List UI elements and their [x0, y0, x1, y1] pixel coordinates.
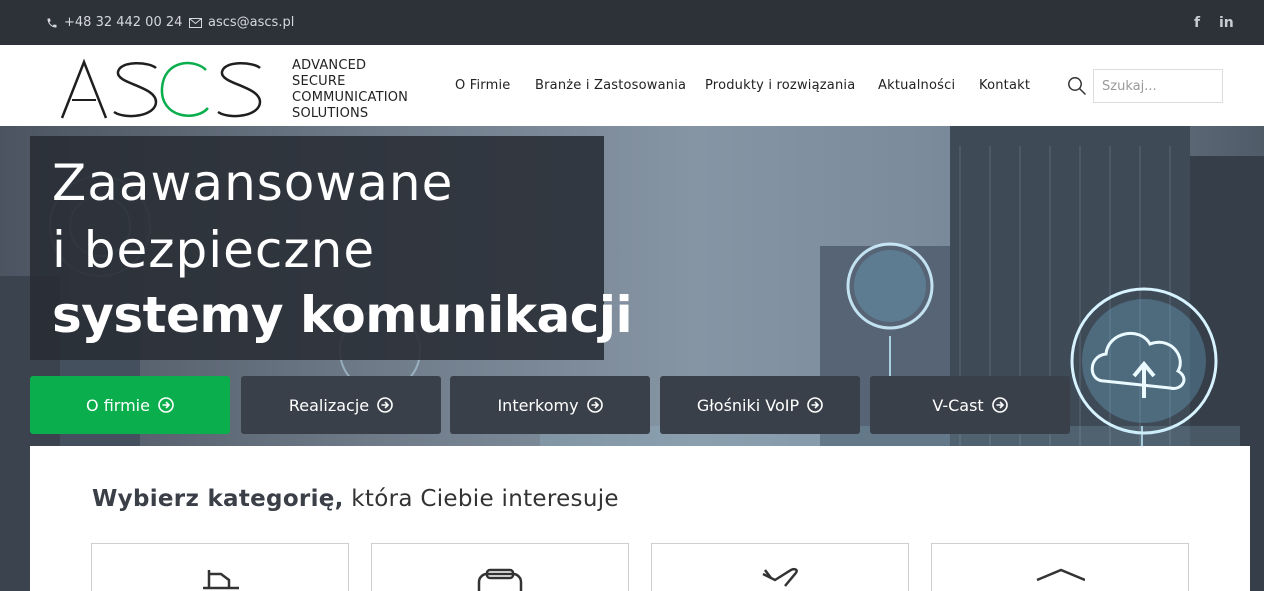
arrow-circle-right-icon	[586, 397, 603, 413]
arrow-circle-right-icon	[807, 397, 823, 413]
hero-heading-line: i bezpieczne	[52, 221, 376, 279]
logo-sub-line: COMMUNICATION	[292, 90, 409, 105]
v-cast-button[interactable]: V-Cast	[870, 376, 1070, 434]
logo-subtitle: ADVANCED SECURE COMMUNICATION SOLUTIONS	[292, 58, 408, 122]
category-card-ship[interactable]	[91, 543, 349, 591]
email-contact[interactable]: ascs@ascs.pl	[189, 0, 294, 45]
nav-branze[interactable]: Branże i Zastosowania	[535, 78, 686, 93]
phone-number: +48 32 442 00 24	[64, 15, 183, 30]
hero-title-box: Zaawansowane i bezpieczne systemy komuni…	[30, 136, 633, 360]
search-icon[interactable]	[1067, 76, 1087, 96]
hero-heading-bold: systemy komunikacji	[52, 286, 633, 344]
o-firmie-button[interactable]: O firmie	[30, 376, 230, 434]
category-heading: Wybierz kategorię, która Ciebie interesu…	[92, 486, 619, 512]
email-address: ascs@ascs.pl	[208, 15, 295, 30]
interkomy-button[interactable]: Interkomy	[450, 376, 650, 434]
button-label: O firmie	[86, 395, 150, 415]
arrow-circle-right-icon	[158, 397, 174, 413]
button-label: V-Cast	[932, 395, 984, 415]
logo-sub-line: ADVANCED	[292, 58, 367, 73]
nav-aktualnosci[interactable]: Aktualności	[878, 78, 955, 93]
train-icon	[477, 568, 523, 591]
category-panel: Wybierz kategorię, która Ciebie interesu…	[30, 446, 1250, 591]
category-heading-rest: która Ciebie interesuje	[343, 486, 619, 512]
logo-mark	[60, 58, 262, 119]
hero-heading-line: Zaawansowane	[52, 154, 454, 212]
top-bar: +48 32 442 00 24 ascs@ascs.pl f in	[0, 0, 1264, 45]
category-heading-bold: Wybierz kategorię,	[92, 486, 344, 512]
category-card-train[interactable]	[371, 543, 629, 591]
ascs-logo[interactable]	[60, 58, 266, 122]
button-label: Interkomy	[497, 395, 579, 415]
category-card-building[interactable]	[931, 543, 1189, 591]
category-card-airplane[interactable]	[651, 543, 909, 591]
phone-contact[interactable]: +48 32 442 00 24	[46, 0, 182, 45]
realizacje-button[interactable]: Realizacje	[241, 376, 441, 434]
ship-icon	[203, 570, 239, 590]
button-label: Głośniki VoIP	[696, 395, 800, 415]
nav-o-firmie[interactable]: O Firmie	[455, 78, 511, 93]
arrow-circle-right-icon	[991, 397, 1008, 413]
search-input[interactable]	[1093, 69, 1223, 103]
facebook-icon[interactable]: f	[1194, 0, 1200, 45]
logo-sub-line: SECURE	[292, 74, 346, 89]
linkedin-icon[interactable]: in	[1219, 0, 1234, 45]
nav-kontakt[interactable]: Kontakt	[979, 78, 1030, 93]
envelope-icon	[189, 17, 202, 28]
airplane-icon	[762, 567, 798, 587]
button-label: Realizacje	[288, 395, 370, 415]
building-icon	[1036, 568, 1085, 582]
nav-produkty[interactable]: Produkty i rozwiązania	[705, 78, 855, 93]
logo-sub-line: SOLUTIONS	[292, 106, 369, 121]
arrow-circle-right-icon	[377, 397, 393, 413]
site-header: ADVANCED SECURE COMMUNICATION SOLUTIONS …	[0, 45, 1264, 126]
glosniki-voip-button[interactable]: Głośniki VoIP	[660, 376, 860, 434]
phone-icon	[47, 18, 57, 27]
